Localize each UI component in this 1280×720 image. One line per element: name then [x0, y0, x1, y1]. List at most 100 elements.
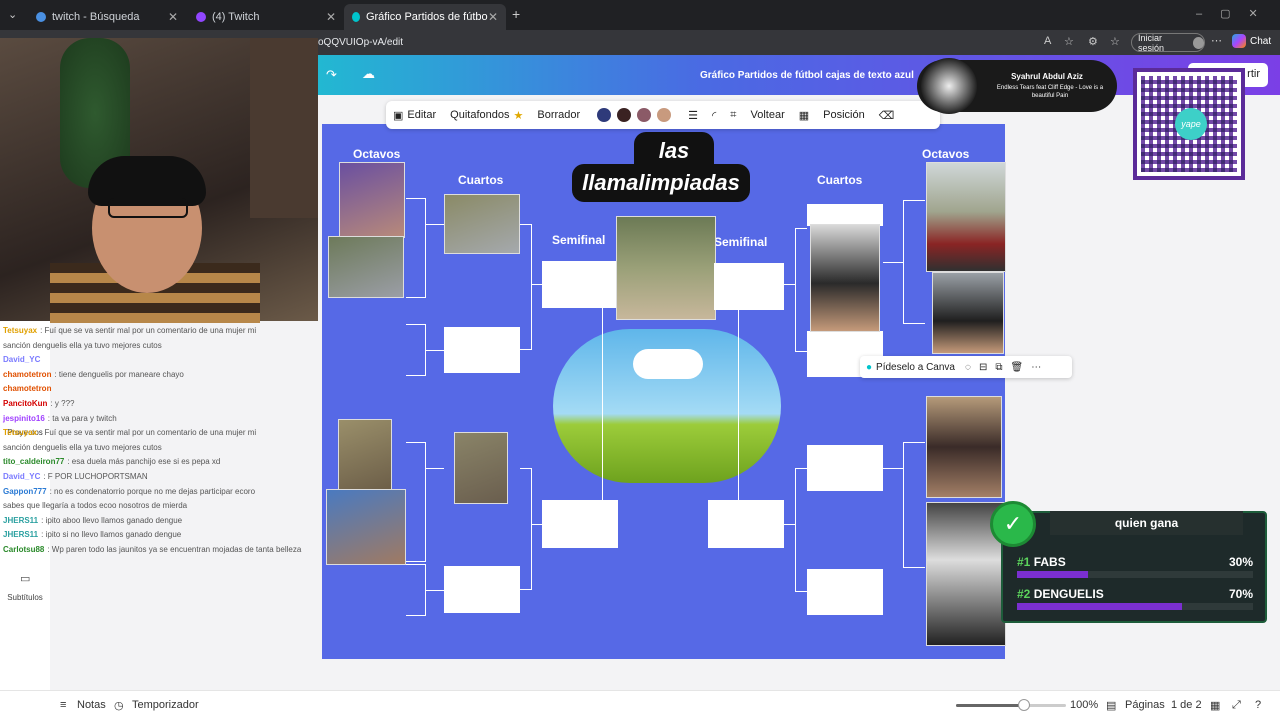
cuartos-right-box-1[interactable]: [807, 204, 883, 226]
semifinal-right-box-1[interactable]: [714, 263, 784, 310]
zoom-fill: [956, 704, 1025, 707]
bg-remover-button[interactable]: Quitafondos ★: [450, 109, 523, 122]
copilot-icon: [1232, 34, 1246, 48]
tab-search[interactable]: twitch - Búsqueda ✕: [28, 4, 186, 30]
octavos-left-photo-3[interactable]: [338, 419, 392, 491]
close-tab-icon[interactable]: ✕: [326, 10, 336, 24]
bracket-line: [532, 524, 542, 525]
chat-username: chamotetron: [3, 369, 52, 379]
bracket-line: [406, 198, 426, 298]
color-swatch[interactable]: [597, 108, 612, 122]
cuartos-left-box-4[interactable]: [444, 566, 520, 613]
octavos-right-photo-3[interactable]: [926, 396, 1002, 498]
lock-icon[interactable]: ⊟: [979, 362, 987, 373]
octavos-right-photo-1[interactable]: [926, 162, 1006, 272]
chat-text: : F POR LUCHOPORTSMAN: [43, 472, 148, 481]
more-options-icon[interactable]: ⋯: [1031, 362, 1041, 373]
notes-button[interactable]: Notas: [77, 699, 106, 711]
cuartos-left-photo-1[interactable]: [444, 194, 520, 254]
corner-rounding-icon[interactable]: ◜: [712, 109, 716, 122]
page-counter: 1 de 2: [1171, 699, 1202, 711]
extensions-icon[interactable]: ⚙: [1088, 35, 1098, 48]
grid-view-icon[interactable]: ▦: [1210, 699, 1220, 712]
comment-icon[interactable]: ◌: [965, 362, 971, 373]
paint-format-icon[interactable]: ⌫: [879, 109, 895, 122]
poll-fill: [1017, 603, 1183, 610]
semifinal-left-box-2[interactable]: [542, 500, 618, 548]
bracket-line: [903, 442, 925, 568]
duplicate-icon[interactable]: ⧉: [995, 362, 1002, 373]
center-photo[interactable]: [616, 216, 716, 320]
tab-label: Gráfico Partidos de fútbol cajas de: [365, 11, 488, 23]
tab-label: twitch - Búsqueda: [52, 11, 140, 23]
yape-logo: yape: [1175, 108, 1207, 140]
bracket-design[interactable]: Octavos Cuartos Semifinal Semifinal Cuar…: [322, 124, 1006, 659]
read-aloud-icon[interactable]: A: [1044, 35, 1051, 47]
copilot-chat-button[interactable]: Chat: [1232, 34, 1271, 48]
bg-remover-label: Quitafondos: [450, 109, 510, 121]
chat-username: David_YC: [3, 355, 41, 365]
color-swatch[interactable]: [657, 108, 672, 122]
octavos-left-photo-1[interactable]: [339, 162, 405, 238]
chat-text: : no es condenatorrio porque no me dejas…: [49, 486, 256, 496]
tab-list-chevron-icon[interactable]: ⌄: [8, 8, 17, 21]
octavos-left-photo-2[interactable]: [328, 236, 404, 298]
timer-button[interactable]: Temporizador: [132, 699, 199, 711]
chat-username: Tetsuyax: [3, 326, 38, 335]
tab-twitch[interactable]: (4) Twitch ✕: [188, 4, 344, 30]
zoom-slider[interactable]: [956, 699, 1066, 711]
edit-button[interactable]: ▣ Editar: [393, 109, 436, 122]
help-icon[interactable]: ?: [1255, 699, 1261, 711]
cuartos-right-photo-1[interactable]: [810, 224, 880, 332]
cloud-save-icon[interactable]: ☁: [362, 66, 375, 82]
trash-icon[interactable]: 🗑: [1010, 362, 1023, 373]
chat-text: : ta va para y twitch: [47, 413, 117, 423]
redo-icon[interactable]: ↷: [326, 67, 337, 83]
chat-username: Carlotsu88: [3, 545, 45, 554]
crop-icon[interactable]: ⌗: [730, 109, 736, 122]
chat-message: JHERS11: ipito si no llevo llamos ganado…: [3, 530, 181, 539]
cuartos-left-box-2[interactable]: [444, 327, 520, 373]
chat-text: sanción denguelis ella ya tuvo mejores c…: [3, 340, 162, 350]
favorites-bar-icon[interactable]: ☆: [1110, 35, 1120, 48]
chat-message: tito_caldeiron77: esa duela más panchijo…: [3, 457, 220, 466]
cuartos-right-box-4[interactable]: [807, 569, 883, 615]
flip-button[interactable]: Voltear: [751, 109, 785, 121]
document-title[interactable]: Gráfico Partidos de fútbol cajas de text…: [700, 70, 914, 81]
pages-button[interactable]: Páginas: [1125, 699, 1165, 711]
zoom-level[interactable]: 100%: [1070, 699, 1098, 711]
bracket-line: [738, 310, 739, 500]
bracket-line: [406, 324, 426, 376]
cuartos-left-photo-2[interactable]: [454, 432, 508, 504]
position-button[interactable]: Posición: [823, 109, 865, 121]
close-tab-icon[interactable]: ✕: [488, 10, 498, 24]
color-swatch[interactable]: [637, 108, 652, 122]
signin-button[interactable]: Iniciar sesión: [1131, 33, 1205, 53]
semifinal-left-box-1[interactable]: [542, 261, 616, 308]
close-tab-icon[interactable]: ✕: [168, 10, 178, 24]
more-icon[interactable]: ⋯: [1211, 34, 1222, 47]
poll-title: quien gana: [1050, 511, 1243, 535]
octavos-left-photo-4[interactable]: [326, 489, 406, 565]
poll-option-1: #1 FABS 30%: [1017, 555, 1253, 569]
window-controls[interactable]: –▢✕: [1196, 7, 1276, 20]
tab-bar: ⌄ twitch - Búsqueda ✕ (4) Twitch ✕ Gráfi…: [0, 0, 1280, 30]
url-text[interactable]: oQQVUIOp-vA/edit: [318, 37, 403, 48]
favorite-icon[interactable]: ☆: [1064, 35, 1074, 48]
tab-canva[interactable]: Gráfico Partidos de fútbol cajas de ✕: [344, 4, 506, 30]
label-octavos-left: Octavos: [353, 147, 401, 161]
semifinal-right-box-2[interactable]: [708, 500, 784, 548]
color-swatch[interactable]: [617, 108, 632, 122]
fullscreen-icon[interactable]: ⤢: [1232, 699, 1241, 712]
cuartos-right-box-3[interactable]: [807, 445, 883, 491]
zoom-knob[interactable]: [1018, 699, 1031, 711]
border-style-icon[interactable]: ☰: [688, 109, 698, 122]
chat-text: sanción denguelis ella ya tuvo mejores c…: [3, 442, 162, 452]
chat-text: sabes que llegaría a todos ecoo nosotros…: [3, 501, 188, 511]
subtitles-item[interactable]: Subtítulos: [0, 593, 50, 602]
ask-canva-button[interactable]: Pídeselo a Canva: [876, 362, 955, 373]
transparency-icon[interactable]: ▦: [799, 109, 809, 122]
new-tab-icon[interactable]: +: [512, 6, 520, 22]
eraser-button[interactable]: Borrador: [537, 109, 580, 121]
octavos-right-photo-2[interactable]: [932, 272, 1004, 354]
